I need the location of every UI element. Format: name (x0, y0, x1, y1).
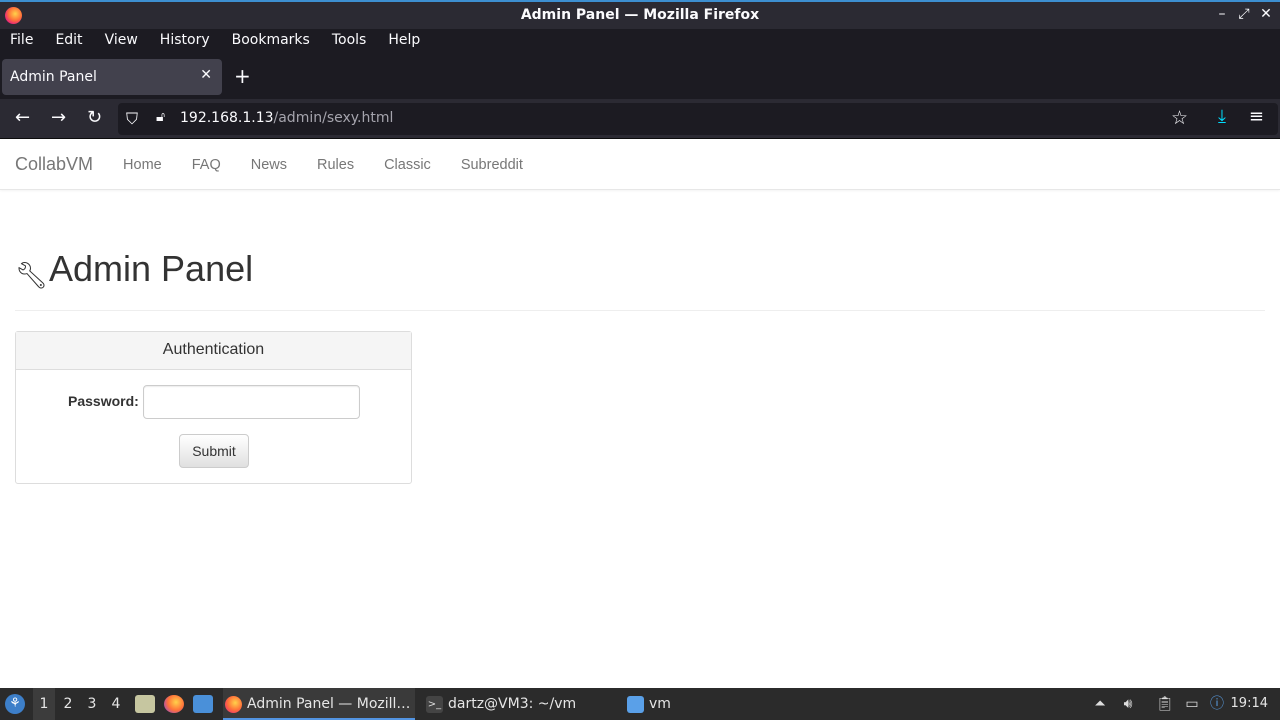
menu-bookmarks[interactable]: Bookmarks (221, 29, 321, 53)
task-folder[interactable]: vm (625, 688, 745, 720)
page-content: CollabVM Home FAQ News Rules Classic Sub… (0, 140, 1280, 688)
panel-heading: Authentication (16, 332, 411, 370)
task-label: dartz@VM3: ~/vm (448, 696, 577, 712)
task-firefox[interactable]: Admin Panel — Mozill… (223, 688, 415, 720)
firefox-launcher-icon[interactable] (164, 695, 184, 713)
site-brand[interactable]: CollabVM (15, 154, 93, 175)
download-icon[interactable]: ⤓ (1218, 106, 1226, 127)
tray-up-icon[interactable]: ⏶ (1091, 695, 1109, 713)
menu-view[interactable]: View (94, 29, 149, 53)
nav-home[interactable]: Home (108, 157, 177, 173)
reload-icon[interactable]: ↻ (87, 108, 102, 128)
file-manager-launcher-icon[interactable] (135, 695, 155, 713)
menubar: File Edit View History Bookmarks Tools H… (0, 29, 1280, 53)
tab-admin-panel[interactable]: Admin Panel ✕ (2, 59, 222, 95)
nav-faq[interactable]: FAQ (177, 157, 236, 173)
start-menu-icon[interactable]: ⚘ (5, 694, 25, 714)
site-navbar: CollabVM Home FAQ News Rules Classic Sub… (0, 140, 1280, 190)
nav-rules[interactable]: Rules (302, 157, 369, 173)
back-icon[interactable]: ← (15, 108, 30, 128)
task-label: vm (649, 696, 671, 712)
task-label: Admin Panel — Mozill… (247, 696, 411, 712)
close-icon[interactable]: ✕ (1260, 6, 1272, 22)
firefox-icon (225, 696, 242, 713)
workspace-1[interactable]: 1 (33, 688, 55, 720)
password-label: Password: (68, 393, 139, 409)
tab-title: Admin Panel (10, 69, 97, 85)
close-tab-icon[interactable]: ✕ (200, 67, 212, 83)
authentication-panel: Authentication Password: Submit (15, 331, 412, 484)
page-header: 🔧︎ Admin Panel (15, 244, 1265, 311)
tab-strip: Admin Panel ✕ (0, 53, 1280, 99)
clock: 19:14 (1230, 696, 1268, 711)
menu-tools[interactable]: Tools (321, 29, 378, 53)
workspace-3[interactable]: 3 (81, 688, 103, 720)
url-bar[interactable]: ⛉ 🔓︎ 192.168.1.13/admin/sexy.html ☆ ⤓ ≡ (118, 103, 1278, 135)
display-icon[interactable]: ▭ (1183, 695, 1201, 713)
workspace-4[interactable]: 4 (105, 688, 127, 720)
maximize-icon[interactable]: ⤢ (1238, 6, 1250, 22)
volume-icon[interactable]: 🔊︎ (1119, 695, 1137, 713)
bookmark-star-icon[interactable]: ☆ (1171, 107, 1188, 129)
workspace-2[interactable]: 2 (57, 688, 79, 720)
submit-button[interactable]: Submit (179, 434, 249, 468)
taskbar: ⚘ 1 2 3 4 Admin Panel — Mozill… >_ dartz… (0, 688, 1280, 720)
folder-icon (627, 696, 644, 713)
nav-news[interactable]: News (236, 157, 302, 173)
menu-edit[interactable]: Edit (44, 29, 93, 53)
url-text[interactable]: 192.168.1.13/admin/sexy.html (180, 110, 393, 126)
task-terminal[interactable]: >_ dartz@VM3: ~/vm (424, 688, 614, 720)
clipboard-icon[interactable]: 📋︎ (1156, 695, 1174, 713)
menu-icon[interactable]: ≡ (1249, 106, 1264, 127)
menu-file[interactable]: File (0, 29, 44, 53)
page-title: Admin Panel (49, 248, 254, 289)
new-tab-icon[interactable]: + (234, 64, 251, 88)
menu-history[interactable]: History (149, 29, 221, 53)
nav-classic[interactable]: Classic (369, 157, 446, 173)
forward-icon[interactable]: → (51, 108, 66, 128)
navigation-toolbar: ← → ↻ ⛉ 🔓︎ 192.168.1.13/admin/sexy.html … (0, 99, 1280, 139)
notification-icon[interactable]: ⓘ (1208, 695, 1226, 713)
lock-icon[interactable]: 🔓︎ (156, 109, 165, 125)
window-title: Admin Panel — Mozilla Firefox (520, 7, 760, 23)
menu-help[interactable]: Help (377, 29, 431, 53)
terminal-icon: >_ (426, 696, 443, 713)
shield-icon[interactable]: ⛉ (126, 109, 138, 129)
minimize-icon[interactable]: – (1216, 6, 1228, 22)
nav-subreddit[interactable]: Subreddit (446, 157, 538, 173)
window-titlebar: Admin Panel — Mozilla Firefox – ⤢ ✕ (0, 0, 1280, 29)
password-input[interactable] (143, 385, 360, 419)
wrench-icon: 🔧︎ (15, 260, 49, 290)
desktop-launcher-icon[interactable] (193, 695, 213, 713)
